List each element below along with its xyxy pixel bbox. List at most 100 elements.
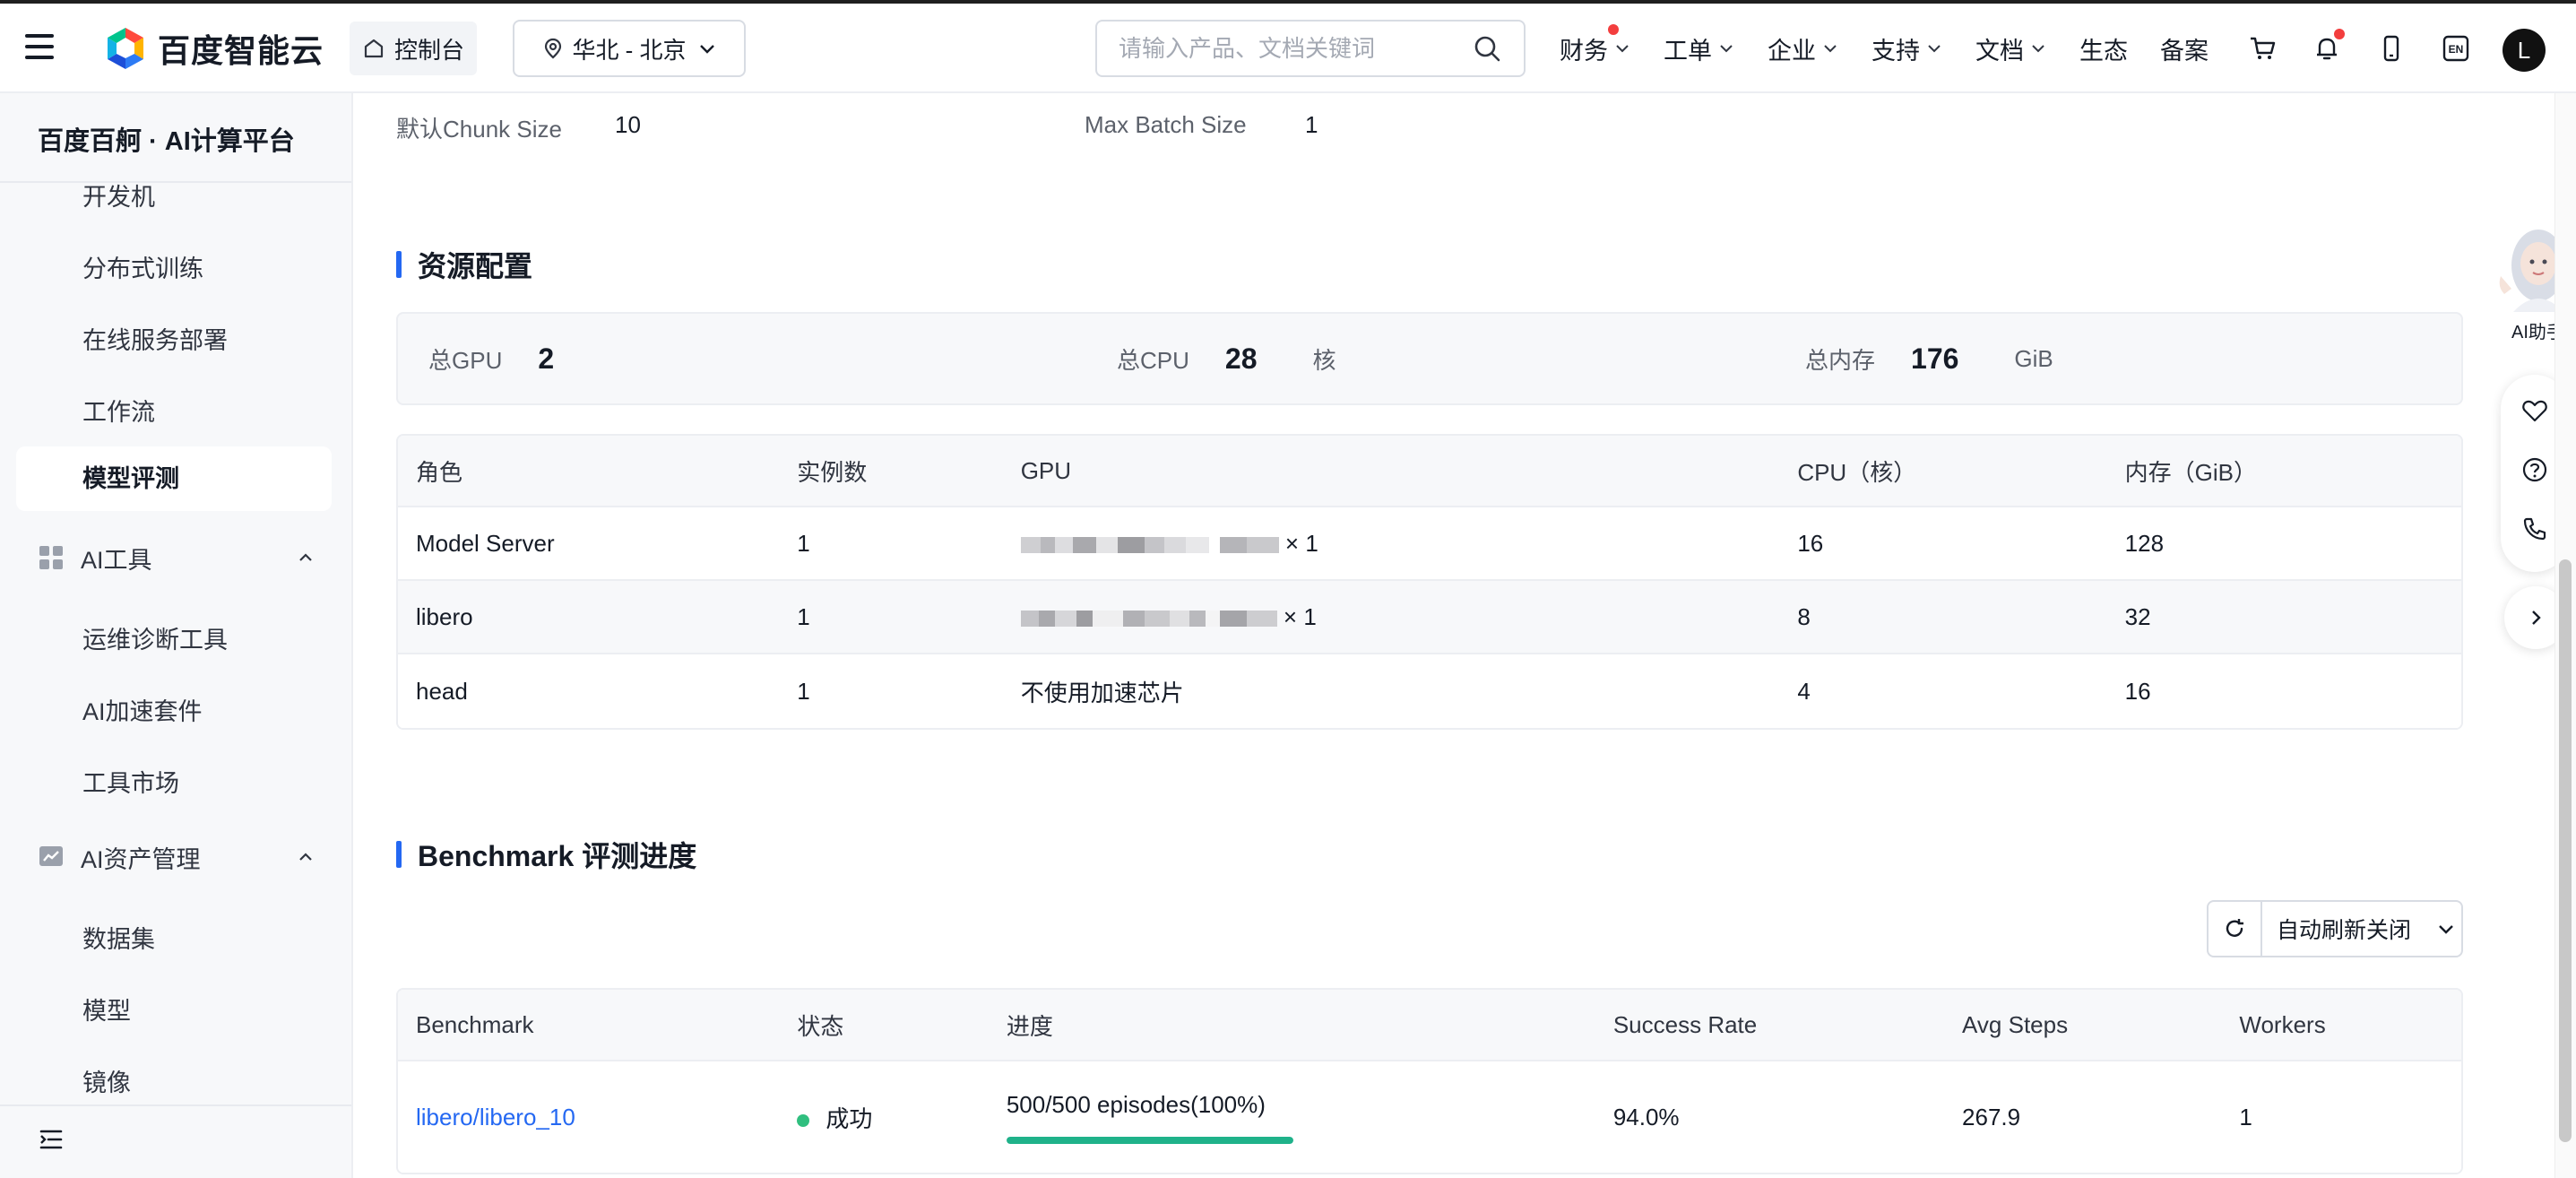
vertical-scrollbar[interactable] <box>2554 93 2576 1178</box>
max-batch-label: Max Batch Size <box>1085 111 1247 138</box>
summary-memory-label: 总内存 <box>1805 346 1876 374</box>
phone-icon[interactable] <box>2373 30 2409 66</box>
heart-feedback-icon[interactable] <box>2520 396 2549 425</box>
section-title-benchmark: Benchmark 评测进度 <box>396 834 696 875</box>
region-selector[interactable]: 华北 - 北京 <box>513 20 746 77</box>
chevron-down-icon <box>1928 45 1941 53</box>
sidebar-item-images[interactable]: 镜像 <box>82 1063 131 1098</box>
avatar[interactable]: L <box>2503 29 2546 72</box>
brand-name: 百度智能云 <box>158 32 324 69</box>
role-cell: head <box>398 654 780 728</box>
table-row: libero 1 × 1 8 32 <box>398 581 2461 654</box>
status-cell: 成功 <box>779 1061 989 1173</box>
chevron-down-icon <box>1720 45 1733 53</box>
menu-icon[interactable] <box>25 34 56 61</box>
sidebar-title: 百度百舸 · AI计算平台 <box>38 127 295 156</box>
nav-docs-label: 文档 <box>1975 37 2024 65</box>
chevron-down-icon <box>1616 45 1629 53</box>
instances-cell: 1 <box>779 507 1003 581</box>
summary-cpu-label: 总CPU <box>1117 346 1189 374</box>
nav-ecosystem[interactable]: 生态 <box>2079 31 2128 66</box>
column-header: 实例数 <box>779 436 1003 507</box>
summary-memory: 总内存 176 GiB <box>1805 314 2053 403</box>
sidebar-item-distributed-training[interactable]: 分布式训练 <box>82 249 203 284</box>
sidebar-item-model-eval[interactable]: 模型评测 <box>16 446 332 511</box>
column-header: 角色 <box>398 436 780 507</box>
gpu-cell: × 1 <box>1002 507 1780 581</box>
column-header: Workers <box>2221 990 2461 1061</box>
table-header-row: Benchmark 状态 进度 Success Rate Avg Steps W… <box>398 990 2461 1061</box>
cpu-cell: 8 <box>1779 581 2107 654</box>
cpu-cell: 4 <box>1779 654 2107 728</box>
collapse-sidebar-icon[interactable] <box>38 1126 65 1153</box>
summary-cpu-value: 28 <box>1224 342 1258 375</box>
sidebar-item-ops-diagnosis[interactable]: 运维诊断工具 <box>82 620 228 655</box>
baidu-cloud-logo-icon <box>108 28 143 69</box>
home-icon <box>364 39 384 58</box>
benchmark-link[interactable]: libero/libero_10 <box>416 1104 575 1130</box>
chevron-down-icon <box>2439 925 2453 934</box>
memory-cell: 32 <box>2106 581 2461 654</box>
nav-finance[interactable]: 财务 <box>1560 23 1631 66</box>
language-icon[interactable]: EN <box>2438 30 2474 66</box>
sidebar-item-dev-machine[interactable]: 开发机 <box>82 178 155 212</box>
search-icon[interactable] <box>1472 33 1502 64</box>
nav-finance-label: 财务 <box>1560 37 1608 65</box>
gpu-cell: × 1 <box>1002 581 1780 654</box>
brand-logo[interactable]: 百度智能云 <box>104 25 324 72</box>
instances-cell: 1 <box>779 654 1003 728</box>
sidebar-item-models[interactable]: 模型 <box>82 992 131 1026</box>
top-nav-icons: EN <box>2244 4 2503 93</box>
column-header: 内存（GiB） <box>2106 436 2461 507</box>
avg-steps-cell: 267.9 <box>1944 1061 2222 1173</box>
section-title-text: Benchmark 评测进度 <box>418 840 697 872</box>
help-icon[interactable] <box>2520 455 2549 484</box>
sidebar-group-ai-tools[interactable]: AI工具 <box>38 540 316 576</box>
top-navigation-bar: 百度智能云 控制台 华北 - 北京 财务 工单 企业 支持 <box>0 4 2576 93</box>
column-header: 进度 <box>988 990 1595 1061</box>
console-button[interactable]: 控制台 <box>350 22 477 75</box>
resource-table: 角色 实例数 GPU CPU（核） 内存（GiB） Model Server 1… <box>396 434 2463 730</box>
notification-dot <box>2334 29 2345 39</box>
auto-refresh-select[interactable]: 自动刷新关闭 <box>2262 902 2461 956</box>
gpu-count: × 1 <box>1284 529 1318 557</box>
cpu-cell: 16 <box>1779 507 2107 581</box>
sidebar-item-tool-market[interactable]: 工具市场 <box>82 764 179 799</box>
refresh-icon <box>2226 919 2243 937</box>
chevron-down-icon <box>2032 45 2044 53</box>
phone-call-icon[interactable] <box>2520 515 2549 543</box>
sidebar-item-online-deploy[interactable]: 在线服务部署 <box>82 321 228 356</box>
nav-filing[interactable]: 备案 <box>2160 31 2209 66</box>
instances-cell: 1 <box>779 581 1003 654</box>
gpu-cell: 不使用加速芯片 <box>1002 654 1780 728</box>
refresh-button[interactable] <box>2209 902 2262 956</box>
summary-memory-unit: GiB <box>2014 344 2053 372</box>
progress-text: 500/500 episodes(100%) <box>1006 1090 1266 1118</box>
language-badge-text: EN <box>2449 43 2464 56</box>
chunk-size-value: 10 <box>615 111 641 138</box>
sidebar: 百度百舸 · AI计算平台 开发机 分布式训练 在线服务部署 工作流 模型评测 … <box>0 93 353 1178</box>
top-nav-menu: 财务 工单 企业 支持 文档 生态 备案 <box>1560 4 2241 93</box>
nav-enterprise[interactable]: 企业 <box>1768 31 1839 66</box>
max-batch-value: 1 <box>1305 111 1318 138</box>
bell-icon[interactable] <box>2309 29 2345 66</box>
nav-support[interactable]: 支持 <box>1871 31 1943 66</box>
scrollbar-thumb[interactable] <box>2559 559 2572 1142</box>
window-top-border <box>0 0 2576 4</box>
nav-support-label: 支持 <box>1871 37 1920 65</box>
nav-docs[interactable]: 文档 <box>1975 31 2047 66</box>
sidebar-item-workflow[interactable]: 工作流 <box>82 393 155 428</box>
table-header-row: 角色 实例数 GPU CPU（核） 内存（GiB） <box>398 436 2461 507</box>
chunk-size-label: 默认Chunk Size <box>396 116 562 143</box>
sidebar-item-datasets[interactable]: 数据集 <box>82 920 155 955</box>
sidebar-item-ai-accel[interactable]: AI加速套件 <box>82 692 203 727</box>
refresh-controls: 自动刷新关闭 <box>2207 900 2463 957</box>
cart-icon[interactable] <box>2244 30 2280 66</box>
status-success-dot <box>797 1113 810 1127</box>
section-title-resources: 资源配置 <box>396 244 532 285</box>
nav-ticket[interactable]: 工单 <box>1664 31 1735 66</box>
sidebar-group-label: AI工具 <box>81 546 152 574</box>
table-row: Model Server 1 × 1 16 128 <box>398 507 2461 581</box>
search-input[interactable] <box>1119 34 1472 63</box>
sidebar-group-ai-assets[interactable]: AI资产管理 <box>38 839 316 875</box>
